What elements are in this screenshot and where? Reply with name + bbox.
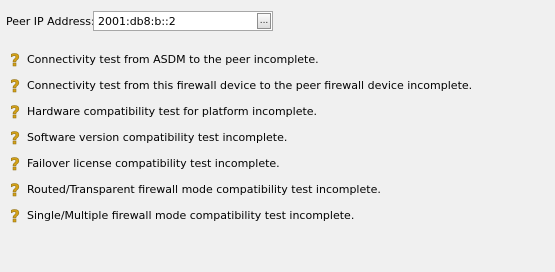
- browse-button[interactable]: ...: [257, 13, 271, 29]
- svg-text:?: ?: [10, 77, 20, 94]
- test-status-item: ? Routed/Transparent firewall mode compa…: [8, 181, 472, 207]
- question-mark-icon: ?: [10, 51, 20, 68]
- peer-ip-label: Peer IP Address:: [6, 14, 95, 28]
- test-status-label: Single/Multiple firewall mode compatibil…: [27, 209, 355, 222]
- test-status-item: ? Single/Multiple firewall mode compatib…: [8, 207, 472, 233]
- question-mark-icon: ?: [10, 77, 20, 94]
- test-status-item: ? Failover license compatibility test in…: [8, 155, 472, 181]
- svg-text:?: ?: [10, 129, 20, 146]
- svg-text:?: ?: [10, 207, 20, 224]
- test-status-label: Connectivity test from this firewall dev…: [27, 79, 473, 92]
- peer-ip-field[interactable]: ...: [93, 11, 273, 31]
- question-mark-icon: ?: [10, 207, 20, 224]
- peer-ip-input[interactable]: [94, 12, 256, 30]
- peer-ip-row: Peer IP Address: ...: [6, 10, 273, 32]
- test-status-list: ? Connectivity test from ASDM to the pee…: [8, 51, 472, 233]
- test-status-label: Connectivity test from ASDM to the peer …: [27, 53, 319, 66]
- svg-text:?: ?: [10, 181, 20, 198]
- test-status-label: Hardware compatibility test for platform…: [27, 105, 318, 118]
- svg-text:?: ?: [10, 103, 20, 120]
- svg-text:?: ?: [10, 155, 20, 172]
- question-mark-icon: ?: [10, 155, 20, 172]
- test-status-item: ? Software version compatibility test in…: [8, 129, 472, 155]
- question-mark-icon: ?: [10, 181, 20, 198]
- test-status-item: ? Connectivity test from ASDM to the pee…: [8, 51, 472, 77]
- svg-text:?: ?: [10, 51, 20, 68]
- test-status-label: Failover license compatibility test inco…: [27, 157, 280, 170]
- test-status-item: ? Connectivity test from this firewall d…: [8, 77, 472, 103]
- test-status-label: Software version compatibility test inco…: [27, 131, 288, 144]
- question-mark-icon: ?: [10, 103, 20, 120]
- question-mark-icon: ?: [10, 129, 20, 146]
- test-status-label: Routed/Transparent firewall mode compati…: [27, 183, 381, 196]
- test-status-item: ? Hardware compatibility test for platfo…: [8, 103, 472, 129]
